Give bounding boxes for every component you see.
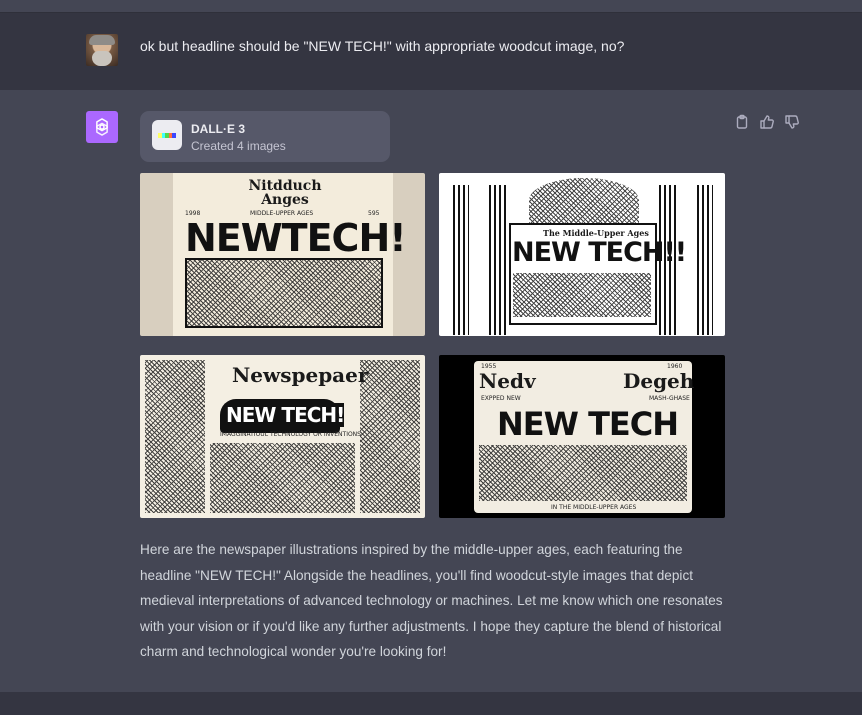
user-message-text: ok but headline should be "NEW TECH!" wi… [140,38,625,54]
image-3-masthead: Newspepaer [232,363,369,387]
image-4-masthead-right: Degeh [623,369,695,393]
next-message-strip [0,692,862,715]
image-3-sub: IMAGGINATIOUL TECHNOLOGY OR INVENTIONS [220,431,361,438]
dalle-logo-icon [152,120,182,150]
image-4-headline: NEW TECH [497,405,679,443]
user-message: ok but headline should be "NEW TECH!" wi… [0,12,862,91]
top-strip [0,0,862,12]
assistant-response-text: Here are the newspaper illustrations ins… [140,542,723,659]
image-4-sub: IN THE MIDDLE-UPPER AGES [551,504,637,511]
image-1-masthead: Nitdduch Anges [248,178,322,208]
generated-image-1[interactable]: Nitdduch Anges 1998 MIDDLE-UPPER AGES 59… [140,173,425,336]
dalle-tool-name: DALL·E 3 [191,122,245,136]
chatgpt-logo-icon [86,111,118,143]
dalle-tool-status: Created 4 images [191,139,286,153]
image-4-right-tag: MASH-GHASE [649,395,690,402]
generated-image-4[interactable]: 1955 1960 Nedv Degeh EXPPED NEW MASH-GHA… [439,355,725,518]
clipboard-icon[interactable] [734,114,750,130]
image-1-headline: NEWTECH! [185,216,407,260]
dalle-tool-card[interactable]: DALL·E 3 Created 4 images [140,111,390,162]
thumbs-down-icon[interactable] [784,114,800,130]
message-actions [734,114,800,130]
thumbs-up-icon[interactable] [759,114,775,130]
image-4-masthead-left: Nedv [479,369,536,393]
user-avatar [86,34,118,66]
assistant-message: DALL·E 3 Created 4 images Nitdduch Anges… [0,90,862,692]
image-4-left-tag: EXPPED NEW [481,395,521,402]
image-2-headline: NEW TECH!! [512,237,687,268]
generated-image-3[interactable]: Newspepaer NEW TECH! IMAGGINATIOUL TECHN… [140,355,425,518]
image-3-headline: NEW TECH! [226,403,345,427]
generated-image-2[interactable]: The Middle-Upper Ages NEW TECH!! [439,173,725,336]
